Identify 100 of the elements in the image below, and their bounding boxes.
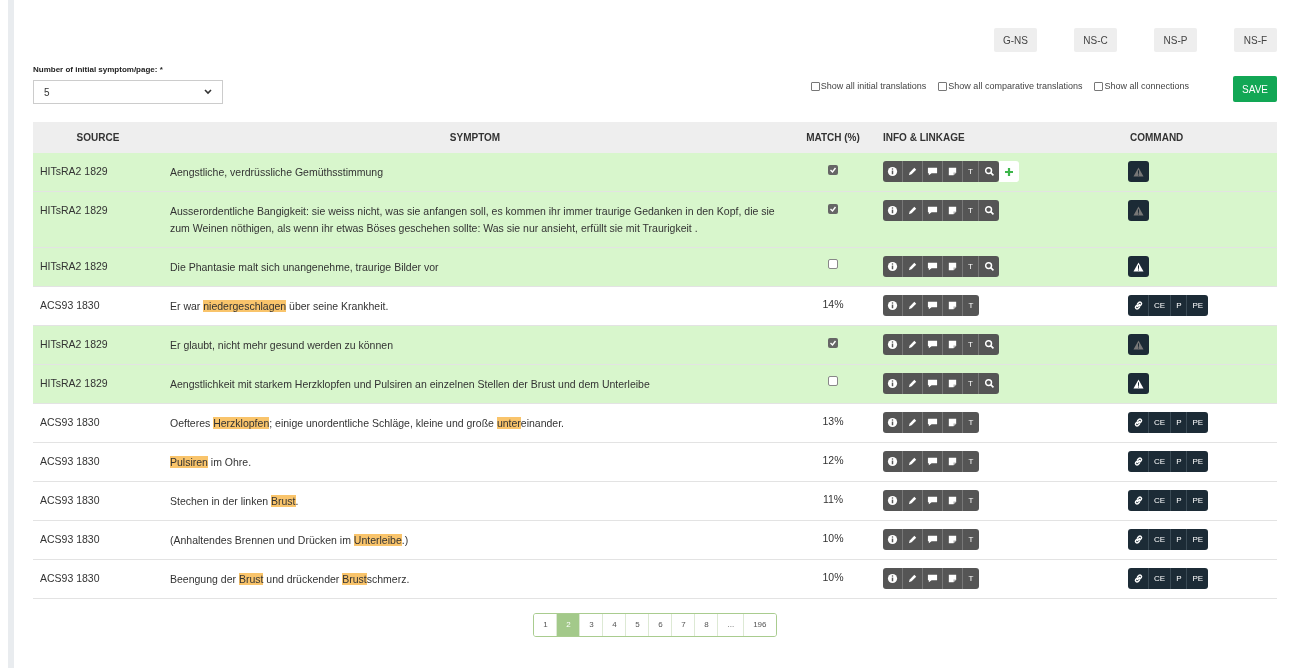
pencil-button[interactable]: [903, 451, 923, 472]
speech-bubble-button[interactable]: [923, 490, 943, 511]
info-button[interactable]: [883, 295, 903, 316]
command-button[interactable]: CE: [1149, 451, 1172, 472]
checkbox[interactable]: [1094, 82, 1104, 91]
command-button[interactable]: P: [1171, 529, 1188, 550]
note-button[interactable]: [943, 451, 963, 472]
link-button[interactable]: [1128, 529, 1149, 550]
text-tool-button[interactable]: T: [963, 334, 979, 355]
per-page-select[interactable]: 5: [33, 80, 223, 104]
mode-button[interactable]: NS-P: [1154, 28, 1197, 52]
checkbox[interactable]: [828, 259, 838, 269]
pencil-button[interactable]: [903, 200, 923, 221]
command-button[interactable]: PE: [1187, 490, 1209, 511]
text-tool-button[interactable]: T: [963, 529, 979, 550]
warning-button[interactable]: [1128, 256, 1149, 277]
search-button[interactable]: [979, 373, 999, 394]
pencil-button[interactable]: [903, 295, 923, 316]
pencil-button[interactable]: [903, 334, 923, 355]
note-button[interactable]: [943, 568, 963, 589]
note-button[interactable]: [943, 256, 963, 277]
link-button[interactable]: [1128, 412, 1149, 433]
command-button[interactable]: PE: [1187, 295, 1209, 316]
search-button[interactable]: [979, 161, 999, 182]
command-button[interactable]: CE: [1149, 295, 1172, 316]
mode-button[interactable]: NS-C: [1074, 28, 1117, 52]
info-button[interactable]: [883, 200, 903, 221]
note-button[interactable]: [943, 295, 963, 316]
text-tool-button[interactable]: T: [963, 161, 979, 182]
speech-bubble-button[interactable]: [923, 256, 943, 277]
checkbox[interactable]: [828, 165, 838, 175]
info-button[interactable]: [883, 529, 903, 550]
pencil-button[interactable]: [903, 568, 923, 589]
speech-bubble-button[interactable]: [923, 568, 943, 589]
command-button[interactable]: P: [1171, 295, 1188, 316]
checkbox[interactable]: [828, 338, 838, 348]
search-button[interactable]: [979, 256, 999, 277]
checkbox[interactable]: [828, 204, 838, 214]
text-tool-button[interactable]: T: [963, 451, 979, 472]
text-tool-button[interactable]: T: [963, 256, 979, 277]
command-button[interactable]: P: [1171, 490, 1188, 511]
pencil-button[interactable]: [903, 412, 923, 433]
pencil-button[interactable]: [903, 256, 923, 277]
speech-bubble-button[interactable]: [923, 334, 943, 355]
text-tool-button[interactable]: T: [963, 200, 979, 221]
command-button[interactable]: PE: [1187, 451, 1209, 472]
note-button[interactable]: [943, 334, 963, 355]
note-button[interactable]: [943, 412, 963, 433]
info-button[interactable]: [883, 256, 903, 277]
command-button[interactable]: CE: [1149, 490, 1172, 511]
info-button[interactable]: [883, 161, 903, 182]
command-button[interactable]: P: [1171, 568, 1188, 589]
pencil-button[interactable]: [903, 373, 923, 394]
note-button[interactable]: [943, 161, 963, 182]
mode-button[interactable]: G-NS: [994, 28, 1037, 52]
command-button[interactable]: P: [1171, 412, 1188, 433]
link-button[interactable]: [1128, 568, 1149, 589]
speech-bubble-button[interactable]: [923, 373, 943, 394]
link-button[interactable]: [1128, 451, 1149, 472]
info-button[interactable]: [883, 412, 903, 433]
note-button[interactable]: [943, 490, 963, 511]
warning-button[interactable]: [1128, 373, 1149, 394]
pencil-button[interactable]: [903, 161, 923, 182]
note-button[interactable]: [943, 373, 963, 394]
speech-bubble-button[interactable]: [923, 295, 943, 316]
text-tool-button[interactable]: T: [963, 373, 979, 394]
command-button[interactable]: CE: [1149, 529, 1172, 550]
speech-bubble-button[interactable]: [923, 161, 943, 182]
info-button[interactable]: [883, 373, 903, 394]
link-button[interactable]: [1128, 295, 1149, 316]
text-tool-button[interactable]: T: [963, 412, 979, 433]
checkbox[interactable]: [938, 82, 948, 91]
pencil-button[interactable]: [903, 529, 923, 550]
link-button[interactable]: [1128, 490, 1149, 511]
text-tool-button[interactable]: T: [963, 568, 979, 589]
command-button[interactable]: PE: [1187, 412, 1209, 433]
command-button[interactable]: PE: [1187, 568, 1209, 589]
checkbox[interactable]: [810, 82, 820, 91]
info-button[interactable]: [883, 334, 903, 355]
checkbox[interactable]: [828, 376, 838, 386]
page-button[interactable]: 1: [534, 614, 558, 636]
note-button[interactable]: [943, 529, 963, 550]
speech-bubble-button[interactable]: [923, 200, 943, 221]
text-tool-button[interactable]: T: [963, 490, 979, 511]
mode-button[interactable]: NS-F: [1234, 28, 1277, 52]
info-button[interactable]: [883, 568, 903, 589]
search-button[interactable]: [979, 200, 999, 221]
text-tool-button[interactable]: T: [963, 295, 979, 316]
pencil-button[interactable]: [903, 490, 923, 511]
speech-bubble-button[interactable]: [923, 529, 943, 550]
speech-bubble-button[interactable]: [923, 451, 943, 472]
command-button[interactable]: CE: [1149, 568, 1172, 589]
command-button[interactable]: PE: [1187, 529, 1209, 550]
command-button[interactable]: P: [1171, 451, 1188, 472]
command-button[interactable]: CE: [1149, 412, 1172, 433]
speech-bubble-button[interactable]: [923, 412, 943, 433]
info-button[interactable]: [883, 490, 903, 511]
info-button[interactable]: [883, 451, 903, 472]
search-button[interactable]: [979, 334, 999, 355]
note-button[interactable]: [943, 200, 963, 221]
